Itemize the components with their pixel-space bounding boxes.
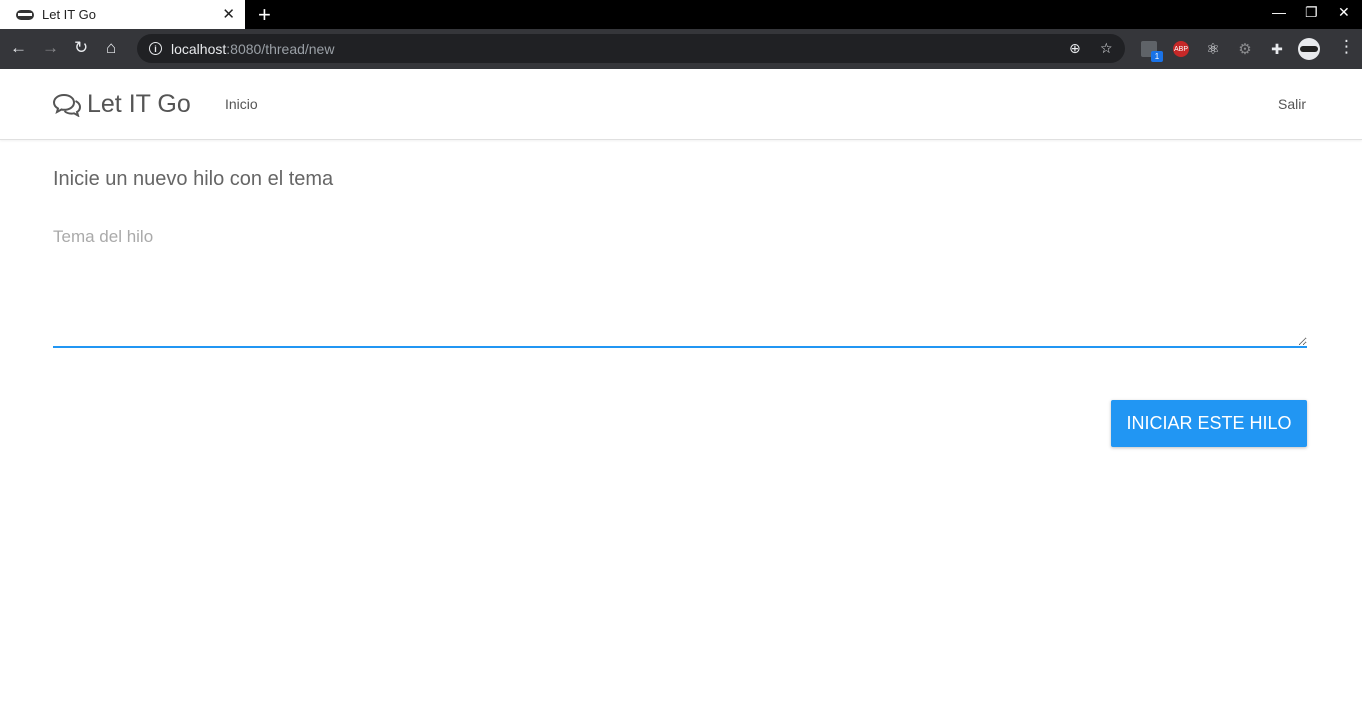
- nav-home-link[interactable]: Inicio: [225, 96, 258, 112]
- minimize-icon[interactable]: —: [1272, 4, 1286, 20]
- tab-close-icon[interactable]: ✕: [222, 5, 235, 23]
- forward-icon[interactable]: →: [42, 38, 59, 58]
- home-icon[interactable]: ⌂: [106, 38, 116, 58]
- reload-icon[interactable]: ↻: [74, 38, 88, 58]
- back-icon[interactable]: ←: [10, 38, 27, 58]
- url-path: :8080/thread/new: [226, 40, 335, 57]
- start-thread-button[interactable]: INICIAR ESTE HILO: [1111, 400, 1307, 447]
- thread-topic-textarea[interactable]: [53, 223, 1307, 348]
- profile-avatar[interactable]: [1298, 38, 1320, 60]
- browser-tab[interactable]: Let IT Go ✕: [0, 0, 245, 29]
- chat-bubbles-icon: [53, 93, 81, 117]
- browser-tabbar: Let IT Go ✕ + — ❐ ✕: [0, 0, 1362, 29]
- tab-title: Let IT Go: [42, 7, 96, 22]
- zoom-icon[interactable]: ⊕: [1069, 40, 1081, 57]
- app-navbar: Let IT Go Inicio Salir: [0, 69, 1362, 140]
- extension-badge: 1: [1151, 51, 1163, 62]
- nav-logout-link[interactable]: Salir: [1278, 96, 1306, 112]
- react-devtools-icon[interactable]: ⚛: [1205, 41, 1221, 58]
- brand-link[interactable]: Let IT Go: [53, 90, 191, 119]
- address-bar[interactable]: i localhost :8080/thread/new ⊕ ☆: [137, 34, 1125, 63]
- site-info-icon[interactable]: i: [149, 42, 162, 55]
- ninja-favicon-icon: [16, 9, 34, 20]
- brand-title: Let IT Go: [87, 90, 191, 118]
- close-window-icon[interactable]: ✕: [1338, 4, 1350, 21]
- extensions-puzzle-icon[interactable]: ✚: [1269, 41, 1285, 57]
- browser-menu-icon[interactable]: ⋮: [1338, 37, 1355, 57]
- browser-toolbar: ← → ↻ ⌂ i localhost :8080/thread/new ⊕ ☆…: [0, 29, 1362, 69]
- adblock-icon[interactable]: ABP: [1173, 41, 1189, 57]
- restore-icon[interactable]: ❐: [1305, 4, 1318, 21]
- new-tab-icon[interactable]: +: [258, 2, 271, 28]
- page-heading: Inicie un nuevo hilo con el tema: [53, 168, 334, 190]
- url-host: localhost: [171, 40, 227, 57]
- bookmark-star-icon[interactable]: ☆: [1100, 40, 1113, 57]
- settings-extension-icon[interactable]: ⚙: [1237, 41, 1253, 58]
